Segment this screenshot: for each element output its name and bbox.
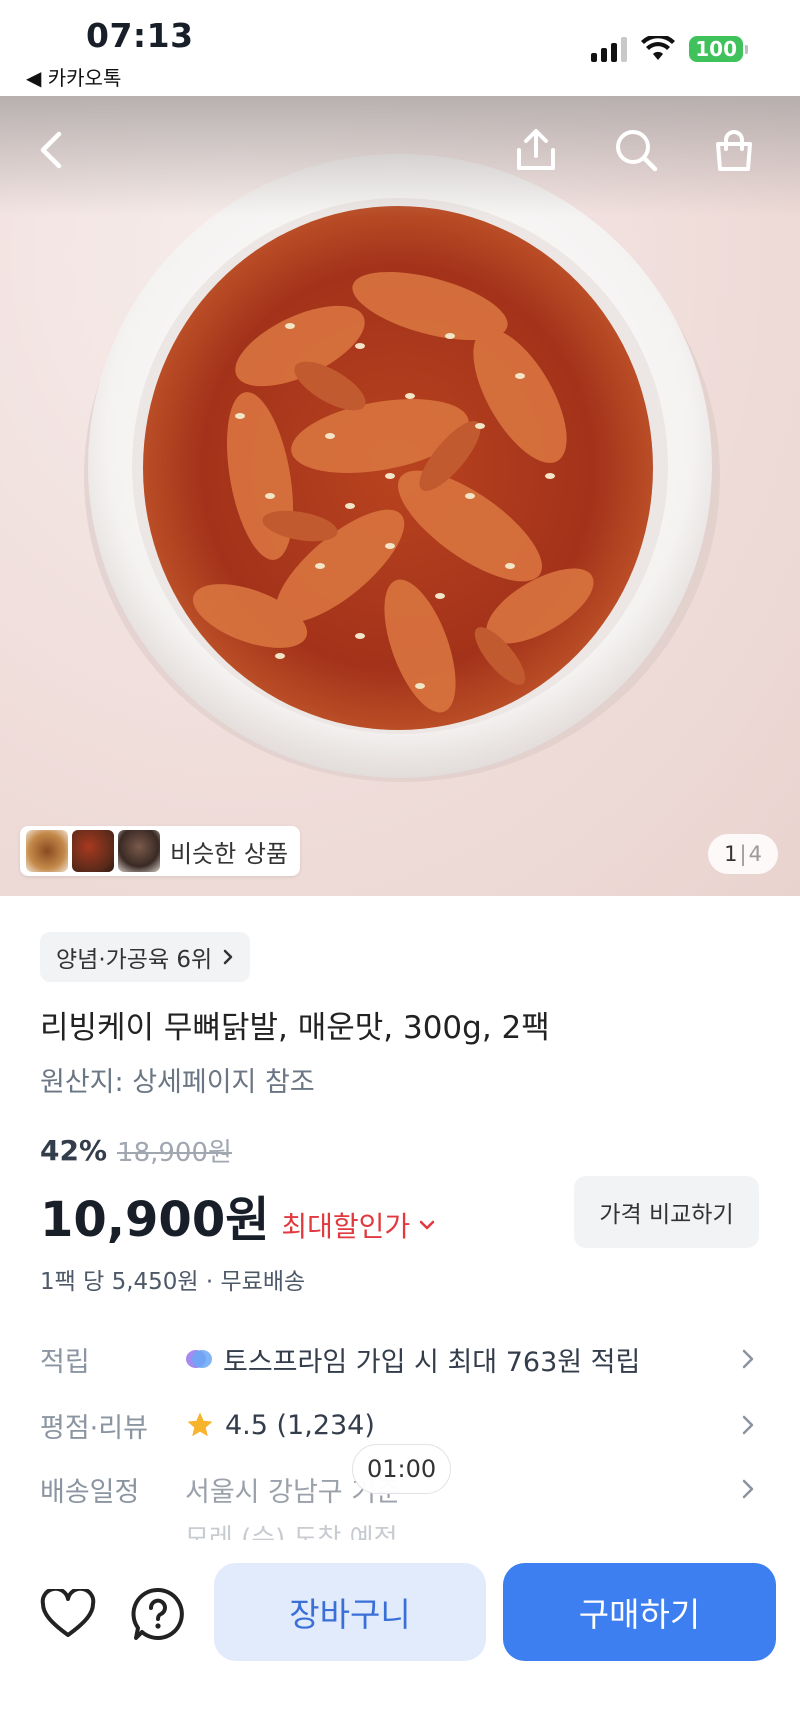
- category-rank-label: 양념·가공육 6위: [56, 947, 213, 973]
- discount-percent: 42%: [40, 1134, 108, 1167]
- share-button[interactable]: [506, 120, 566, 180]
- chevron-right-icon: [223, 949, 233, 965]
- similar-thumb: [26, 830, 68, 872]
- back-button[interactable]: [22, 120, 82, 180]
- price-row: 10,900원 최대할인가: [40, 1180, 436, 1250]
- buy-now-button[interactable]: 구매하기: [503, 1563, 776, 1661]
- status-indicators: 100: [591, 36, 748, 62]
- delivery-label: 배송일정: [40, 1476, 140, 1508]
- similar-thumb: [118, 830, 160, 872]
- discount-row: 42% 18,900원: [40, 1132, 232, 1169]
- help-button[interactable]: [126, 1582, 190, 1646]
- chevron-right-icon: [742, 1349, 754, 1369]
- toss-prime-icon: [186, 1350, 212, 1368]
- max-discount-label: 최대할인가: [281, 1210, 411, 1243]
- pager-total: 4: [748, 842, 762, 866]
- pager-current: 1: [724, 842, 738, 866]
- status-time: 07:13: [86, 16, 194, 55]
- points-label: 적립: [40, 1346, 90, 1378]
- points-row[interactable]: 적립 토스프라임 가입 시 최대 763원 적립: [40, 1334, 760, 1384]
- original-price: 18,900원: [117, 1138, 232, 1168]
- share-icon: [517, 129, 555, 170]
- category-rank-chip[interactable]: 양념·가공육 6위: [40, 932, 251, 982]
- wifi-icon: [641, 36, 676, 60]
- search-icon: [616, 130, 658, 172]
- product-image-gallery[interactable]: 비슷한 상품 1|4: [0, 96, 800, 896]
- delivery-value: 서울시 강남구 기준: [185, 1476, 401, 1508]
- add-to-cart-button[interactable]: 장바구니: [214, 1563, 486, 1661]
- help-question-icon: [131, 1587, 184, 1640]
- rating-value: 4.5 (1,234): [225, 1409, 375, 1441]
- chevron-down-icon: [419, 1220, 435, 1230]
- rating-review-row[interactable]: 평점·리뷰 4.5 (1,234): [40, 1400, 760, 1450]
- timer-badge: 01:00: [352, 1444, 452, 1494]
- star-icon: [187, 1412, 213, 1437]
- status-bar: 07:13 ◀ 카카오톡 100: [0, 0, 800, 96]
- points-value: 토스프라임 가입 시 최대 763원 적립: [223, 1346, 641, 1378]
- rating-review-label: 평점·리뷰: [40, 1412, 148, 1444]
- per-pack-price: 1팩 당 5,450원 · 무료배송: [40, 1269, 306, 1295]
- back-to-app-link[interactable]: ◀ 카카오톡: [26, 62, 121, 91]
- chevron-right-icon: [742, 1479, 754, 1499]
- signal-icon: [591, 36, 628, 62]
- header-shade: [0, 96, 800, 216]
- product-photo: [84, 154, 720, 782]
- wishlist-button[interactable]: [36, 1582, 100, 1646]
- search-button[interactable]: [606, 120, 666, 180]
- battery-icon: 100: [689, 36, 748, 62]
- pager-separator: |: [739, 842, 747, 866]
- similar-products-label: 비슷한 상품: [170, 839, 289, 868]
- bottom-action-bar: 장바구니 구매하기: [0, 1540, 800, 1731]
- image-pager: 1|4: [708, 834, 778, 874]
- similar-thumb: [72, 830, 114, 872]
- max-discount-toggle[interactable]: 최대할인가: [281, 1205, 436, 1245]
- shopping-bag-icon: [716, 130, 752, 171]
- shopping-bag-button[interactable]: [704, 120, 764, 180]
- chevron-left-icon: [40, 131, 62, 169]
- chevron-right-icon: [742, 1415, 754, 1435]
- sale-price: 10,900원: [40, 1192, 270, 1248]
- battery-level: 100: [689, 36, 743, 62]
- price-compare-button[interactable]: 가격 비교하기: [574, 1176, 759, 1248]
- product-origin: 원산지: 상세페이지 참조: [40, 1067, 315, 1098]
- heart-icon: [40, 1589, 96, 1637]
- product-title: 리빙케이 무뼈닭발, 매운맛, 300g, 2팩: [40, 1010, 550, 1046]
- similar-products-button[interactable]: 비슷한 상품: [20, 826, 301, 876]
